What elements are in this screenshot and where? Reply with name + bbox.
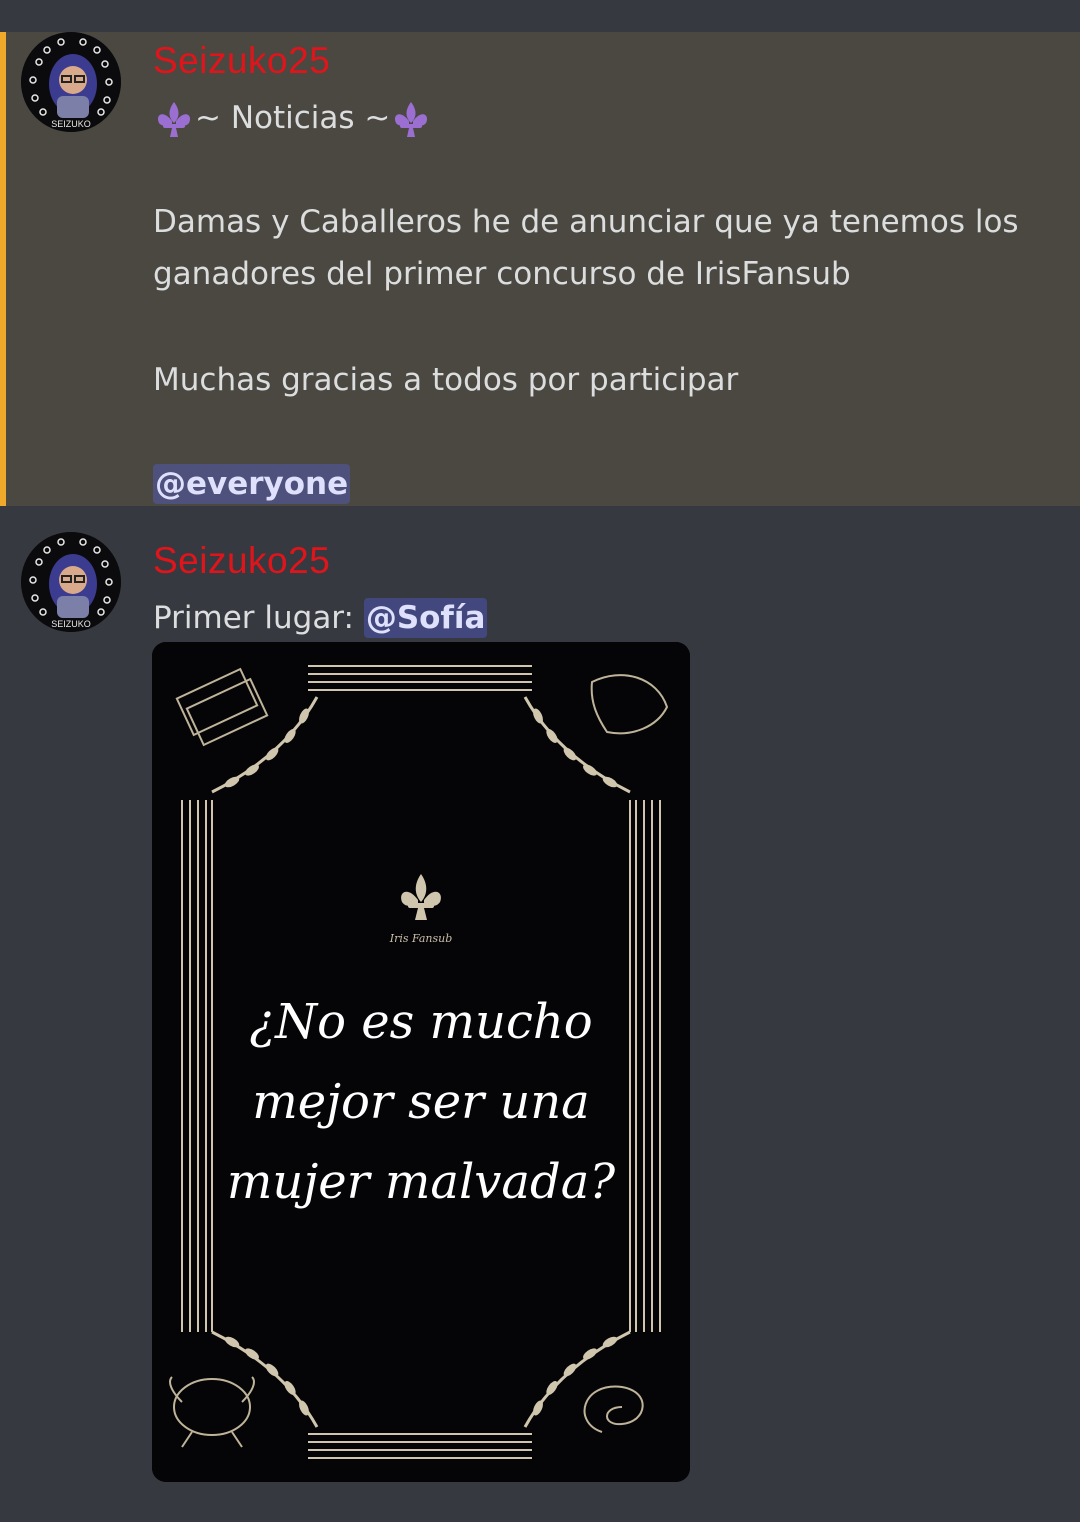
mention-accent-bar: [0, 32, 6, 506]
avatar[interactable]: SEIZUKO: [21, 532, 121, 632]
first-place-label: Primer lugar:: [153, 600, 364, 636]
quote-line: mejor ser una: [252, 1074, 590, 1130]
announcement-title: ~ Noticias ~: [153, 92, 432, 144]
fleur-de-lis-icon: [157, 101, 191, 137]
everyone-mention-line: @everyone: [153, 458, 351, 510]
svg-text:SEIZUKO: SEIZUKO: [51, 619, 91, 629]
author-name[interactable]: Seizuko25: [153, 540, 330, 582]
user-mention[interactable]: @Sofía: [363, 598, 488, 638]
avatar[interactable]: SEIZUKO: [21, 32, 121, 132]
poster-brand: Iris Fansub: [389, 932, 453, 945]
image-attachment[interactable]: Iris Fansub ¿No es mucho mejor ser una m…: [152, 642, 690, 1482]
author-name[interactable]: Seizuko25: [153, 40, 330, 82]
message-body-line: ganadores del primer concurso de IrisFan…: [153, 256, 851, 292]
message-body-line: Damas y Caballeros he de anunciar que ya…: [153, 204, 1019, 240]
quote-line: ¿No es mucho: [249, 994, 593, 1050]
avatar-image: SEIZUKO: [21, 532, 121, 632]
top-strip: [0, 0, 1080, 32]
message-announcement[interactable]: SEIZUKO Seizuko25 ~ Noticias ~ Damas y C…: [0, 32, 1080, 506]
avatar-image: SEIZUKO: [21, 32, 121, 132]
svg-text:SEIZUKO: SEIZUKO: [51, 119, 91, 129]
poster-quote: ¿No es mucho mejor ser una mujer malvada…: [152, 982, 690, 1222]
title-text: ~ Noticias ~: [195, 100, 391, 136]
fleur-de-lis-icon: [395, 101, 428, 137]
message-body-line: Primer lugar: @Sofía: [153, 592, 488, 644]
quote-line: mujer malvada?: [226, 1154, 616, 1210]
message-body-line: Muchas gracias a todos por participar: [153, 362, 739, 398]
everyone-mention[interactable]: @everyone: [153, 464, 351, 504]
